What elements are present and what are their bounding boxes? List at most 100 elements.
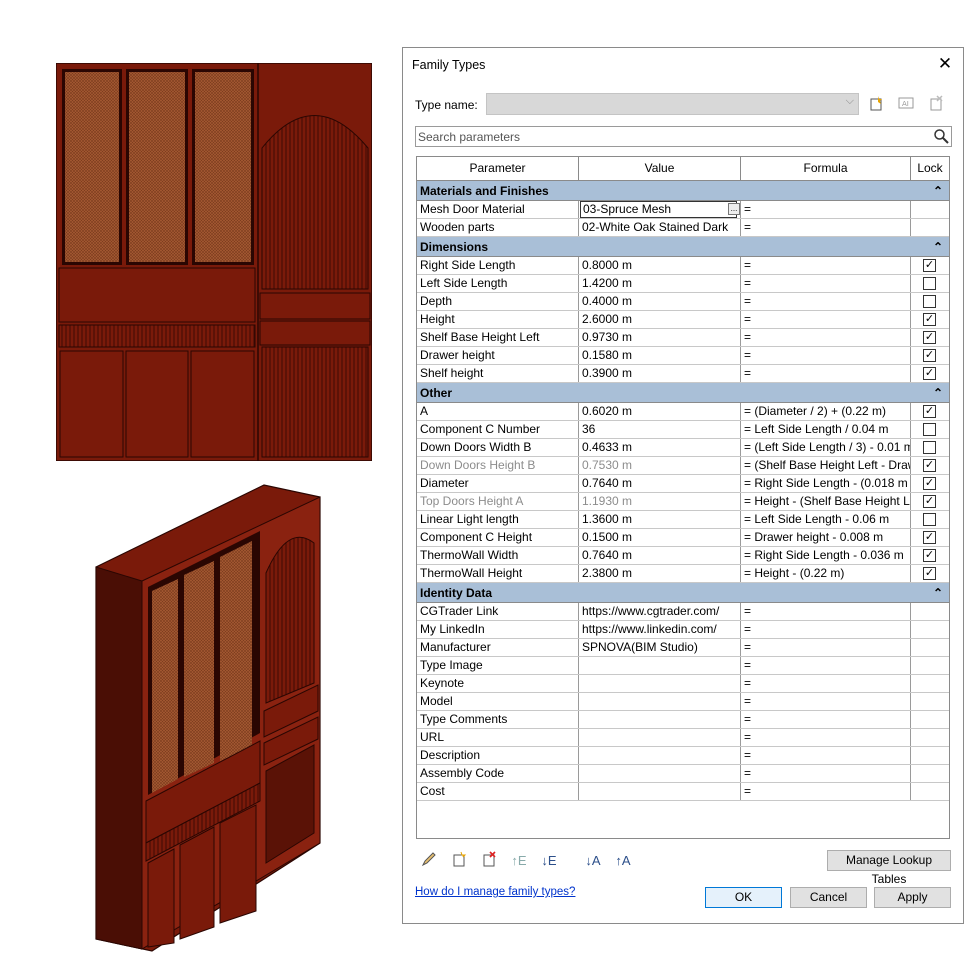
lock-cell[interactable]: ✓ <box>911 565 949 582</box>
parameter-value[interactable]: 0.7640 m <box>579 547 741 564</box>
parameter-formula[interactable]: = (Left Side Length / 3) - 0.01 m <box>741 439 911 456</box>
parameter-formula[interactable]: = <box>741 639 911 656</box>
parameter-value[interactable]: 1.4200 m <box>579 275 741 292</box>
collapse-icon[interactable]: ⌃ <box>933 181 943 201</box>
parameter-formula[interactable]: = <box>741 693 911 710</box>
lock-cell[interactable] <box>911 421 949 438</box>
parameter-formula[interactable]: = <box>741 257 911 274</box>
parameter-formula[interactable]: = (Diameter / 2) + (0.22 m) <box>741 403 911 420</box>
parameter-row[interactable]: A 0.6020 m = (Diameter / 2) + (0.22 m) ✓ <box>417 403 949 421</box>
parameter-formula[interactable]: = <box>741 365 911 382</box>
parameter-value[interactable]: 36 <box>579 421 741 438</box>
parameter-formula[interactable]: = <box>741 675 911 692</box>
parameter-row[interactable]: ThermoWall Width 0.7640 m = Right Side Len… <box>417 547 949 565</box>
parameter-value[interactable] <box>579 675 741 692</box>
parameter-value[interactable]: 0.7640 m <box>579 475 741 492</box>
parameter-value[interactable]: 0.1500 m <box>579 529 741 546</box>
parameter-formula[interactable]: = <box>741 311 911 328</box>
parameter-row[interactable]: Assembly Code = <box>417 765 949 783</box>
parameter-row[interactable]: Description = <box>417 747 949 765</box>
parameter-value[interactable]: 2.3800 m <box>579 565 741 582</box>
lock-checkbox-checked[interactable]: ✓ <box>923 495 936 508</box>
parameter-value[interactable]: 0.1580 m <box>579 347 741 364</box>
collapse-icon[interactable]: ⌃ <box>933 383 943 403</box>
lock-cell[interactable] <box>911 293 949 310</box>
lock-checkbox-checked[interactable]: ✓ <box>923 349 936 362</box>
parameter-formula[interactable]: = <box>741 603 911 620</box>
lock-checkbox[interactable] <box>923 513 936 526</box>
parameter-row[interactable]: Component C Height 0.1500 m = Drawer heigh… <box>417 529 949 547</box>
group-header[interactable]: Dimensions ⌃ <box>417 237 949 257</box>
help-link[interactable]: How do I manage family types? <box>415 886 575 898</box>
parameter-formula[interactable]: = Left Side Length / 0.04 m <box>741 421 911 438</box>
parameter-row[interactable]: Depth 0.4000 m = <box>417 293 949 311</box>
parameter-row[interactable]: My LinkedIn https://www.linkedin.com/= <box>417 621 949 639</box>
lock-cell[interactable]: ✓ <box>911 403 949 420</box>
parameter-value[interactable]: 02-White Oak Stained Dark <box>579 219 741 236</box>
lock-checkbox-checked[interactable]: ✓ <box>923 405 936 418</box>
parameter-value[interactable] <box>579 783 741 800</box>
parameter-formula[interactable]: = Height - (0.22 m) <box>741 565 911 582</box>
parameter-formula[interactable]: = Left Side Length - 0.06 m <box>741 511 911 528</box>
lock-checkbox-checked[interactable]: ✓ <box>923 313 936 326</box>
parameter-value[interactable] <box>579 657 741 674</box>
lock-cell[interactable]: ✓ <box>911 347 949 364</box>
search-input[interactable] <box>416 127 916 146</box>
lock-checkbox-checked[interactable]: ✓ <box>923 531 936 544</box>
rename-type-icon[interactable]: AI <box>897 95 915 113</box>
delete-type-icon[interactable] <box>927 95 945 113</box>
close-icon[interactable]: ✕ <box>935 54 955 74</box>
parameter-row[interactable]: Component C Number 36 = Left Side Length /… <box>417 421 949 439</box>
column-header-formula[interactable]: Formula <box>741 157 911 180</box>
lock-checkbox-checked[interactable]: ✓ <box>923 367 936 380</box>
parameter-formula[interactable]: = Height - (Shelf Base Height Le <box>741 493 911 510</box>
lock-checkbox-checked[interactable]: ✓ <box>923 549 936 562</box>
parameter-formula[interactable]: = <box>741 783 911 800</box>
parameter-value[interactable] <box>579 711 741 728</box>
parameter-value[interactable]: 03-Spruce Mesh... <box>579 201 741 218</box>
parameter-row[interactable]: Cost = <box>417 783 949 801</box>
column-header-lock[interactable]: Lock <box>911 157 949 180</box>
lock-cell[interactable]: ✓ <box>911 329 949 346</box>
parameter-value[interactable]: SPNOVA(BIM Studio) <box>579 639 741 656</box>
parameter-row[interactable]: Down Doors Width B 0.4633 m = (Left Side L… <box>417 439 949 457</box>
parameter-formula[interactable]: = Drawer height - 0.008 m <box>741 529 911 546</box>
lock-cell[interactable]: ✓ <box>911 311 949 328</box>
apply-button[interactable]: Apply <box>874 887 951 908</box>
parameter-row[interactable]: Linear Light length 1.3600 m = Left Side L… <box>417 511 949 529</box>
parameter-row[interactable]: Wooden parts 02-White Oak Stained Dark = <box>417 219 949 237</box>
parameter-formula[interactable]: = <box>741 711 911 728</box>
lock-checkbox-checked[interactable]: ✓ <box>923 567 936 580</box>
column-header-value[interactable]: Value <box>579 157 741 180</box>
parameter-row[interactable]: Height 2.6000 m = ✓ <box>417 311 949 329</box>
sort-descending-icon[interactable]: ↑A <box>613 851 633 871</box>
ok-button[interactable]: OK <box>705 887 782 908</box>
parameter-row[interactable]: URL = <box>417 729 949 747</box>
lock-cell[interactable] <box>911 439 949 456</box>
move-up-icon[interactable]: ↑E <box>509 851 529 871</box>
collapse-icon[interactable]: ⌃ <box>933 237 943 257</box>
parameter-formula[interactable]: = <box>741 747 911 764</box>
parameter-row[interactable]: Manufacturer SPNOVA(BIM Studio) = <box>417 639 949 657</box>
parameter-row[interactable]: Mesh Door Material 03-Spruce Mesh... = <box>417 201 949 219</box>
parameter-formula[interactable]: = <box>741 657 911 674</box>
lock-checkbox[interactable] <box>923 423 936 436</box>
browse-material-icon[interactable]: ... <box>728 203 740 215</box>
parameter-row[interactable]: Model = <box>417 693 949 711</box>
column-header-parameter[interactable]: Parameter <box>417 157 579 180</box>
parameter-value[interactable] <box>579 765 741 782</box>
parameter-row[interactable]: Diameter 0.7640 m = Right Side Length - (0… <box>417 475 949 493</box>
lock-cell[interactable]: ✓ <box>911 365 949 382</box>
collapse-icon[interactable]: ⌃ <box>933 583 943 603</box>
parameter-value[interactable]: 2.6000 m <box>579 311 741 328</box>
cancel-button[interactable]: Cancel <box>790 887 867 908</box>
edit-parameter-icon[interactable] <box>419 851 439 871</box>
lock-checkbox-checked[interactable]: ✓ <box>923 259 936 272</box>
lock-checkbox[interactable] <box>923 441 936 454</box>
parameter-row[interactable]: Type Image = <box>417 657 949 675</box>
parameter-row[interactable]: CGTrader Link https://www.cgtrader.com/= <box>417 603 949 621</box>
parameter-row[interactable]: Shelf height 0.3900 m = ✓ <box>417 365 949 383</box>
parameter-formula[interactable]: = <box>741 347 911 364</box>
parameter-value[interactable]: 0.9730 m <box>579 329 741 346</box>
parameter-row[interactable]: Keynote = <box>417 675 949 693</box>
